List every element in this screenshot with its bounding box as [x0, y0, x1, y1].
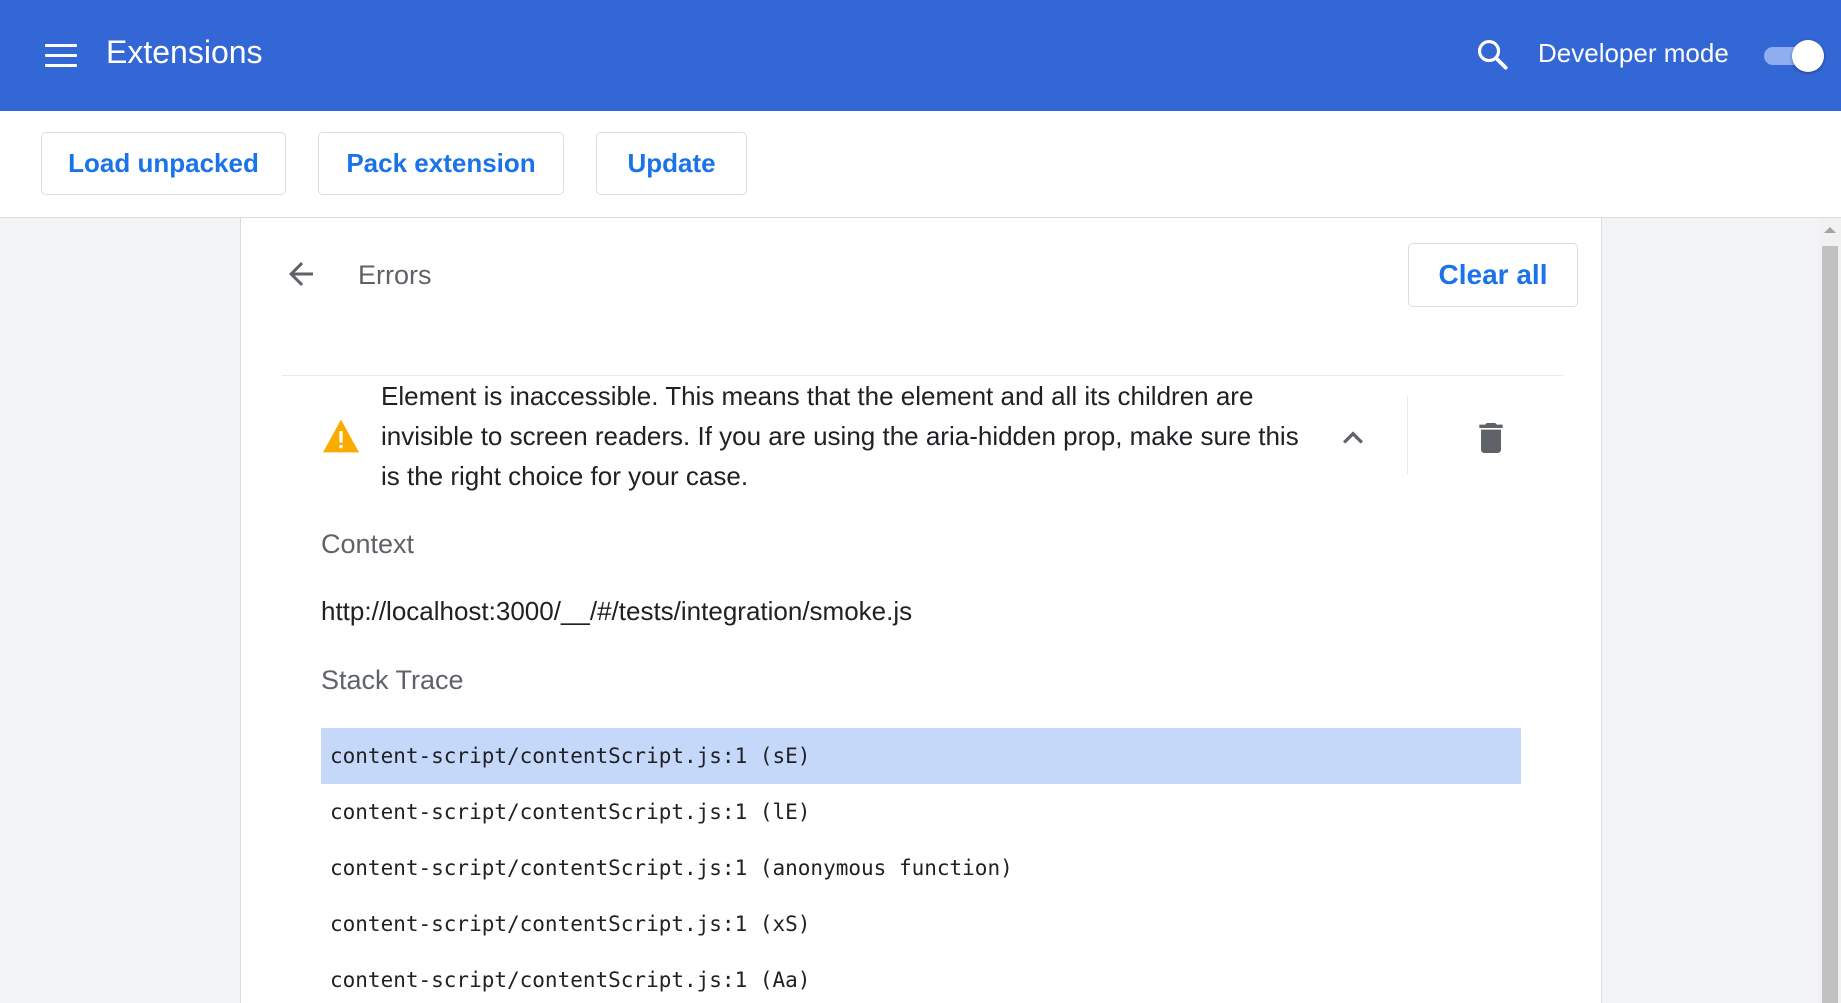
developer-mode-label: Developer mode: [1538, 38, 1729, 68]
warning-icon: [321, 418, 361, 454]
hamburger-menu-icon[interactable]: [42, 41, 80, 69]
chevron-up-icon[interactable]: [1333, 418, 1373, 458]
back-arrow-icon[interactable]: [283, 256, 319, 292]
stack-trace-row[interactable]: content-script/contentScript.js:1 (lE): [321, 784, 1521, 840]
toggle-knob: [1792, 40, 1824, 72]
stack-trace-heading: Stack Trace: [321, 665, 464, 695]
stack-trace-row[interactable]: content-script/contentScript.js:1 (anony…: [321, 840, 1521, 896]
stack-trace-list: content-script/contentScript.js:1 (sE) c…: [321, 728, 1521, 1003]
load-unpacked-button[interactable]: Load unpacked: [41, 132, 286, 195]
errors-panel: Errors Clear all Element is inaccessible…: [240, 218, 1602, 1003]
errors-heading: Errors: [358, 260, 432, 290]
scrollbar-thumb[interactable]: [1822, 246, 1838, 1003]
context-url: http://localhost:3000/__/#/tests/integra…: [321, 596, 913, 626]
vertical-scrollbar[interactable]: [1819, 218, 1841, 1003]
developer-toolbar: Load unpacked Pack extension Update: [0, 111, 1841, 218]
stack-trace-row[interactable]: content-script/contentScript.js:1 (sE): [321, 728, 1521, 784]
stack-trace-row[interactable]: content-script/contentScript.js:1 (xS): [321, 896, 1521, 952]
scroll-up-arrow-icon[interactable]: [1819, 218, 1841, 242]
update-button[interactable]: Update: [596, 132, 747, 195]
clear-all-button[interactable]: Clear all: [1408, 243, 1578, 307]
search-icon[interactable]: [1474, 36, 1512, 74]
developer-mode-toggle[interactable]: [1762, 40, 1826, 72]
delete-icon[interactable]: [1471, 418, 1511, 458]
vertical-divider: [1407, 396, 1408, 474]
stack-trace-row[interactable]: content-script/contentScript.js:1 (Aa): [321, 952, 1521, 1003]
context-heading: Context: [321, 529, 415, 559]
page-title: Extensions: [106, 34, 263, 70]
error-message: Element is inaccessible. This means that…: [381, 381, 1299, 491]
top-app-bar: Extensions Developer mode: [0, 0, 1841, 111]
pack-extension-button[interactable]: Pack extension: [318, 132, 564, 195]
